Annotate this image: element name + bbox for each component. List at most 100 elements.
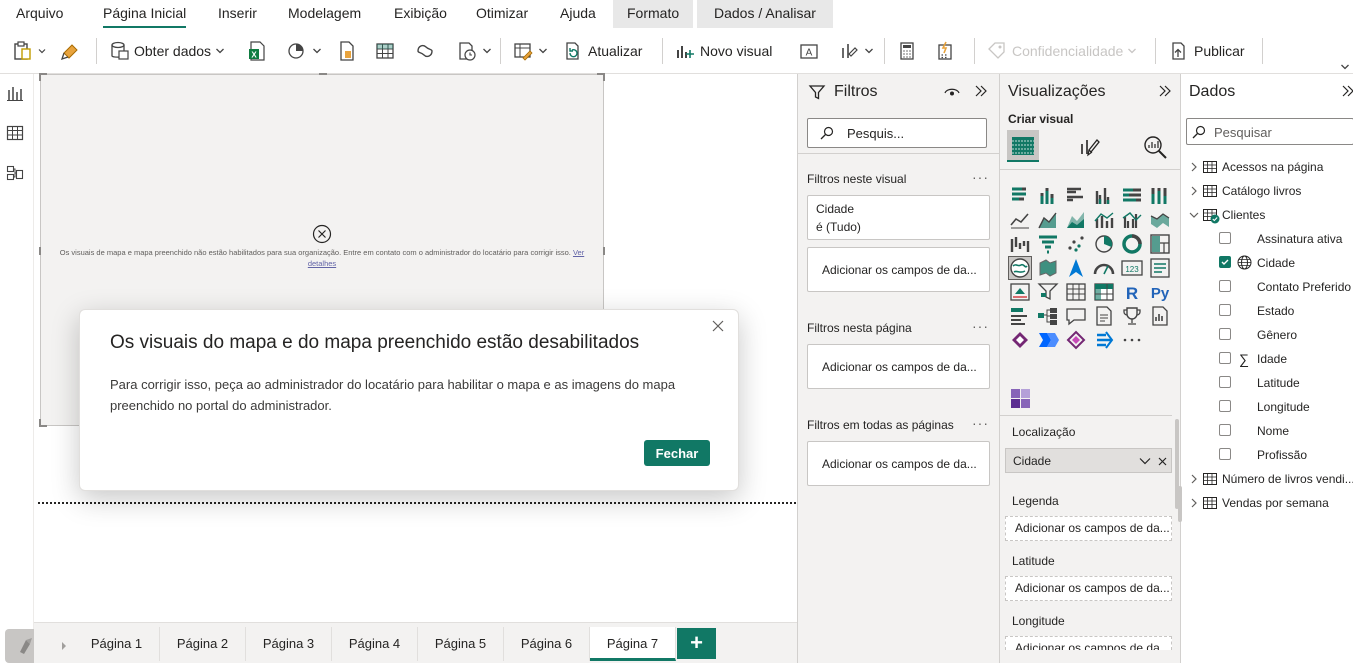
legend-field-well[interactable]: Adicionar os campos de da...	[1005, 516, 1172, 541]
field-checkbox[interactable]	[1219, 280, 1231, 292]
paste-button[interactable]	[12, 34, 46, 68]
100-stacked-column-chart-icon[interactable]	[1149, 185, 1171, 207]
field-checkbox[interactable]	[1219, 448, 1231, 460]
publish-button[interactable]: Publicar	[1168, 34, 1245, 68]
quick-measure-button[interactable]	[934, 34, 956, 68]
map-icon[interactable]	[1008, 256, 1032, 280]
datahub-button[interactable]	[286, 34, 322, 68]
more-options-icon[interactable]: ···	[972, 169, 989, 185]
stacked-bar-chart-icon[interactable]	[1009, 185, 1031, 207]
kpi-icon[interactable]	[1009, 281, 1031, 303]
page-tab[interactable]: Página 5	[418, 627, 504, 661]
format-painter-button[interactable]	[60, 34, 82, 68]
build-visual-tab[interactable]	[1007, 130, 1039, 162]
power-apps-icon[interactable]	[1009, 329, 1031, 351]
transform-data-button[interactable]	[512, 34, 548, 68]
matrix-icon[interactable]	[1093, 281, 1115, 303]
refresh-button[interactable]: Atualizar	[562, 34, 642, 68]
enter-data-button[interactable]	[374, 34, 396, 68]
recent-sources-button[interactable]	[456, 34, 492, 68]
add-fields-page-well[interactable]: Adicionar os campos de da...	[807, 344, 990, 389]
analytics-tab[interactable]	[1142, 134, 1168, 163]
excel-button[interactable]: X	[246, 34, 268, 68]
location-field-pill[interactable]: Cidade	[1005, 448, 1172, 473]
menu-otimizar[interactable]: Otimizar	[476, 0, 528, 28]
data-scrollbar[interactable]	[1178, 486, 1182, 522]
longitude-field-well[interactable]: Adicionar os campos de da...	[1005, 636, 1172, 650]
scatter-chart-icon[interactable]	[1065, 233, 1087, 255]
menu-ajuda[interactable]: Ajuda	[560, 0, 596, 28]
sensitivity-button[interactable]: Confidencialidade	[986, 34, 1137, 68]
text-box-button[interactable]: A	[798, 34, 820, 68]
page-tab-active[interactable]: Página 7	[590, 627, 676, 661]
new-visual-button[interactable]: Novo visual	[674, 34, 772, 68]
decomposition-tree-icon[interactable]	[1037, 305, 1059, 327]
ribbon-chart-icon[interactable]	[1149, 209, 1171, 231]
dialog-close-button[interactable]	[707, 315, 729, 337]
smart-narrative-icon[interactable]	[1093, 305, 1115, 327]
stacked-column-chart-icon[interactable]	[1037, 185, 1059, 207]
donut-chart-icon[interactable]	[1121, 233, 1143, 255]
table-icon[interactable]	[1065, 281, 1087, 303]
more-visuals-icon[interactable]	[1121, 329, 1143, 351]
stacked-area-chart-icon[interactable]	[1065, 209, 1087, 231]
latitude-field-well[interactable]: Adicionar os campos de da...	[1005, 576, 1172, 601]
field-checkbox[interactable]	[1219, 304, 1231, 316]
funnel-chart-icon[interactable]	[1037, 233, 1059, 255]
add-page-button[interactable]: +	[677, 628, 716, 659]
pie-chart-icon[interactable]	[1093, 233, 1115, 255]
python-visual-icon[interactable]: Py	[1149, 281, 1171, 303]
arcgis-icon[interactable]	[1093, 329, 1115, 351]
slicer-icon[interactable]	[1037, 281, 1059, 303]
metrics-icon[interactable]	[1121, 305, 1143, 327]
add-fields-all-pages-well[interactable]: Adicionar os campos de da...	[807, 441, 990, 486]
clustered-bar-chart-icon[interactable]	[1065, 185, 1087, 207]
filters-search-input[interactable]: Pesquis...	[807, 118, 987, 148]
waterfall-chart-icon[interactable]	[1009, 233, 1031, 255]
page-tab[interactable]: Página 4	[332, 627, 418, 661]
clustered-column-chart-icon[interactable]	[1093, 185, 1115, 207]
field-checkbox[interactable]	[1219, 256, 1231, 268]
menu-dados-analisar[interactable]: Dados / Analisar	[714, 0, 816, 28]
resize-handle[interactable]	[603, 73, 605, 81]
card-icon[interactable]: 123	[1121, 257, 1143, 279]
r-visual-icon[interactable]: R	[1121, 281, 1143, 303]
sql-server-button[interactable]	[336, 34, 358, 68]
qa-icon[interactable]	[1065, 305, 1087, 327]
custom-visual-icon[interactable]	[1010, 388, 1032, 410]
new-measure-button[interactable]	[896, 34, 918, 68]
resize-handle[interactable]	[603, 247, 605, 255]
get-data-button[interactable]: Obter dados	[108, 34, 225, 68]
table-view-button[interactable]	[6, 124, 24, 145]
field-checkbox[interactable]	[1219, 400, 1231, 412]
field-checkbox[interactable]	[1219, 352, 1231, 364]
format-visual-tab[interactable]	[1078, 134, 1102, 161]
model-view-button[interactable]	[6, 164, 24, 185]
menu-inserir[interactable]: Inserir	[218, 0, 257, 28]
page-tab[interactable]: Página 1	[74, 627, 160, 661]
field-checkbox[interactable]	[1219, 376, 1231, 388]
field-checkbox[interactable]	[1219, 424, 1231, 436]
field-checkbox[interactable]	[1219, 232, 1231, 244]
power-automate-icon[interactable]	[1037, 329, 1059, 351]
treemap-icon[interactable]	[1149, 233, 1171, 255]
shape-map-icon[interactable]	[1065, 329, 1087, 351]
more-options-icon[interactable]: ···	[972, 415, 989, 431]
line-column-chart-icon[interactable]	[1093, 209, 1115, 231]
dialog-close-action-button[interactable]: Fechar	[644, 440, 710, 466]
line-chart-icon[interactable]	[1009, 209, 1031, 231]
data-search-input[interactable]: Pesquisar	[1186, 118, 1353, 145]
line-clustered-column-chart-icon[interactable]	[1121, 209, 1143, 231]
page-tab[interactable]: Página 2	[160, 627, 246, 661]
eye-icon[interactable]	[944, 85, 960, 102]
dataverse-button[interactable]	[414, 34, 436, 68]
gauge-icon[interactable]	[1093, 257, 1115, 279]
page-tab[interactable]: Página 3	[246, 627, 332, 661]
resize-handle[interactable]	[39, 419, 41, 427]
filled-map-icon[interactable]	[1037, 257, 1059, 279]
collapse-data-button[interactable]	[1341, 84, 1353, 101]
paginated-report-icon[interactable]	[1149, 305, 1171, 327]
menu-modelagem[interactable]: Modelagem	[288, 0, 361, 28]
more-options-icon[interactable]: ···	[972, 318, 989, 334]
azure-map-icon[interactable]	[1065, 257, 1087, 279]
